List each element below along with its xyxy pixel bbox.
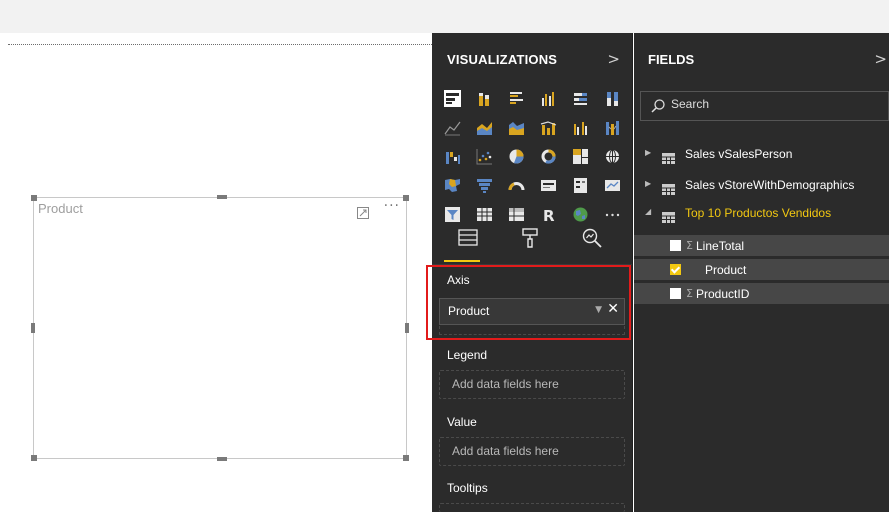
collapse-fields-icon[interactable]: > — [874, 50, 887, 68]
format-paint-roller-icon[interactable] — [518, 226, 542, 254]
table-name: Sales vStoreWithDemographics — [685, 178, 855, 192]
resize-handle-bottom-right[interactable] — [403, 455, 409, 461]
table-name: Top 10 Productos Vendidos — [685, 206, 832, 220]
line-and-clustered-column-chart-icon[interactable] — [572, 119, 589, 136]
gauge-icon[interactable] — [508, 177, 525, 194]
resize-handle-top-left[interactable] — [31, 195, 37, 201]
collapse-arrow-icon[interactable]: ◢ — [645, 207, 651, 216]
resize-handle-right[interactable] — [405, 323, 409, 333]
field-name: Product — [705, 263, 747, 277]
stacked-area-chart-icon[interactable] — [508, 119, 525, 136]
value-placeholder: Add data fields here — [452, 444, 559, 458]
focus-mode-icon[interactable] — [357, 204, 369, 219]
selected-visual[interactable]: Product ··· — [31, 195, 409, 461]
search-icon — [650, 98, 666, 118]
clustered-column-chart-icon[interactable] — [540, 90, 557, 107]
more-options-icon[interactable]: ··· — [384, 198, 400, 214]
fields-search-input[interactable] — [671, 97, 871, 111]
fields-header: FIELDS — [648, 52, 695, 67]
field-checkbox-checked[interactable] — [670, 264, 681, 275]
resize-handle-bottom-left[interactable] — [31, 455, 37, 461]
chevron-down-icon[interactable]: ▼ — [595, 305, 602, 315]
field-checkbox[interactable] — [670, 288, 681, 299]
field-name: LineTotal — [696, 239, 745, 253]
fields-search-box[interactable] — [640, 91, 889, 121]
100-percent-stacked-bar-chart-icon[interactable] — [572, 90, 589, 107]
table-row-sales-vsalesperson[interactable]: ▶ Sales vSalesPerson — [634, 143, 889, 165]
line-chart-icon[interactable] — [444, 119, 461, 136]
stacked-bar-chart-icon[interactable] — [444, 90, 461, 107]
visualizations-header: VISUALIZATIONS — [447, 52, 558, 67]
kpi-icon[interactable] — [604, 177, 621, 194]
axis-field-chip[interactable]: Product ▼ ✕ — [439, 298, 625, 325]
resize-handle-top-right[interactable] — [403, 195, 409, 201]
axis-well-label: Axis — [447, 273, 470, 287]
multi-row-card-icon[interactable] — [572, 177, 589, 194]
pie-chart-icon[interactable] — [508, 148, 525, 165]
slicer-icon[interactable] — [444, 206, 461, 223]
top-bar — [0, 0, 889, 33]
axis-field-name: Product — [448, 304, 490, 318]
value-drop-zone[interactable]: Add data fields here — [439, 437, 625, 466]
active-tab-indicator — [444, 260, 480, 262]
100-percent-stacked-column-chart-icon[interactable] — [604, 90, 621, 107]
table-row-top-10-productos-vendidos[interactable]: ◢ Top 10 Productos Vendidos — [634, 202, 889, 224]
table-name: Sales vSalesPerson — [685, 147, 793, 161]
fields-pane: FIELDS > ▶ Sales vSalesPerson ▶ Sales vS… — [634, 33, 889, 512]
line-and-stacked-column-chart-icon[interactable] — [540, 119, 557, 136]
field-checkbox[interactable] — [670, 240, 681, 251]
table-row-sales-vstorewithdemographics[interactable]: ▶ Sales vStoreWithDemographics — [634, 174, 889, 196]
page-boundary-line — [8, 44, 432, 45]
analytics-magnifier-icon[interactable] — [580, 226, 604, 254]
collapse-visualizations-icon[interactable]: > — [607, 50, 620, 68]
map-icon[interactable] — [604, 148, 621, 165]
table-icon — [662, 208, 675, 227]
scatter-chart-icon[interactable] — [476, 148, 493, 165]
clustered-bar-chart-icon[interactable] — [508, 90, 525, 107]
resize-handle-bottom[interactable] — [217, 457, 227, 461]
card-icon[interactable] — [540, 177, 557, 194]
funnel-icon[interactable] — [476, 177, 493, 194]
globe-icon[interactable] — [572, 206, 589, 223]
sigma-icon: Σ — [686, 239, 693, 252]
donut-chart-icon[interactable] — [540, 148, 557, 165]
table-visual-icon[interactable] — [476, 206, 493, 223]
resize-handle-left[interactable] — [31, 323, 35, 333]
stacked-column-chart-icon[interactable] — [476, 90, 493, 107]
more-visuals-icon[interactable] — [604, 206, 621, 223]
legend-drop-zone[interactable]: Add data fields here — [439, 370, 625, 399]
legend-well-label: Legend — [447, 348, 488, 362]
tooltips-well-label: Tooltips — [447, 481, 488, 495]
legend-placeholder: Add data fields here — [452, 377, 559, 391]
resize-handle-top[interactable] — [217, 195, 227, 199]
sigma-icon: Σ — [686, 287, 693, 300]
area-chart-icon[interactable] — [476, 119, 493, 136]
table-icon — [662, 149, 675, 168]
filled-map-icon[interactable] — [444, 177, 461, 194]
pane-tabs — [444, 226, 622, 259]
remove-field-icon[interactable]: ✕ — [607, 301, 619, 317]
visualizations-pane: VISUALIZATIONS > R Axis Product ▼ ✕ Lege… — [426, 33, 633, 512]
field-row-linetotal[interactable]: Σ LineTotal — [634, 234, 889, 256]
field-name: ProductID — [696, 287, 750, 301]
r-script-visual-icon[interactable]: R — [540, 206, 557, 223]
power-bi-report-editor: Product ··· VISUALIZATIONS > R Axis Prod… — [0, 0, 889, 512]
expand-arrow-icon[interactable]: ▶ — [645, 148, 651, 157]
axis-drop-zone[interactable] — [439, 326, 625, 335]
svg-text:R: R — [543, 207, 555, 223]
matrix-icon[interactable] — [508, 206, 525, 223]
expand-arrow-icon[interactable]: ▶ — [645, 179, 651, 188]
value-well-label: Value — [447, 415, 477, 429]
tooltips-drop-zone[interactable] — [439, 503, 625, 512]
waterfall-chart-icon[interactable] — [444, 148, 461, 165]
fields-tab-icon[interactable] — [456, 226, 480, 254]
ribbon-chart-icon[interactable] — [604, 119, 621, 136]
visual-title: Product — [38, 201, 83, 216]
table-icon — [662, 180, 675, 199]
treemap-icon[interactable] — [572, 148, 589, 165]
field-row-product[interactable]: Product — [634, 258, 889, 280]
field-row-productid[interactable]: Σ ProductID — [634, 282, 889, 304]
